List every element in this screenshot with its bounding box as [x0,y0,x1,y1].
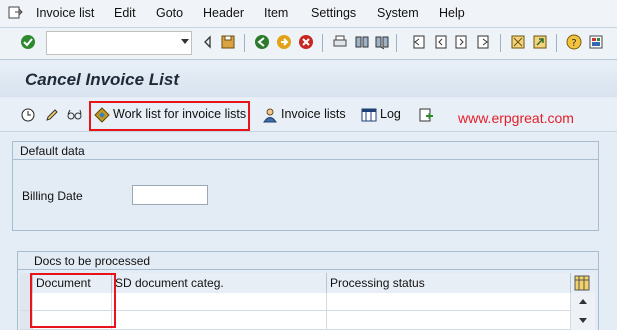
edit-pencil-icon[interactable] [44,107,60,123]
separator [244,34,245,52]
menu-bar: Invoice list Edit Goto Header Item Setti… [0,0,617,28]
vertical-scrollbar[interactable] [571,293,595,330]
table-cell-status[interactable] [327,311,571,330]
command-field[interactable] [46,31,192,55]
page-title: Cancel Invoice List [25,70,179,89]
docs-header: Docs to be processed [18,252,598,270]
menu-system[interactable]: System [377,6,419,20]
menu-goto[interactable]: Goto [156,6,183,20]
title-bar: Cancel Invoice List [0,61,617,97]
scroll-up-icon[interactable] [578,297,588,305]
enter-icon[interactable] [20,34,36,50]
scroll-down-icon[interactable] [578,317,588,325]
worklist-highlight-box [89,101,250,131]
svg-text:?: ? [571,38,576,49]
customize-layout-icon[interactable] [588,34,604,50]
first-page-icon[interactable] [410,34,426,50]
table-cell-sd-categ[interactable] [112,311,327,330]
menu-help[interactable]: Help [439,6,465,20]
default-data-header: Default data [13,142,598,160]
billing-date-label: Billing Date [22,189,83,203]
docs-title: Docs to be processed [34,254,151,268]
table-settings-icon[interactable] [574,275,590,291]
system-menu-icon[interactable] [8,6,24,20]
command-history-icon[interactable] [200,34,216,50]
execute-clock-icon[interactable] [20,107,36,123]
table-cell-sd-categ[interactable] [112,293,327,311]
default-data-title: Default data [20,144,85,158]
prev-page-icon[interactable] [432,34,448,50]
menu-item[interactable]: Item [264,6,288,20]
last-page-icon[interactable] [476,34,492,50]
separator [556,34,557,52]
table-cell-status[interactable] [327,293,571,311]
log-table-icon [361,108,377,122]
separator [500,34,501,52]
find-next-icon[interactable] [374,34,390,50]
column-header-sd-document-categ[interactable]: SD document categ. [112,273,327,293]
print-icon[interactable] [332,34,348,50]
help-icon[interactable]: ? [566,34,582,50]
invoice-lists-button[interactable]: Invoice lists [262,106,347,124]
separator [396,34,397,52]
log-button[interactable]: Log [361,106,403,124]
column-header-processing-status[interactable]: Processing status [327,273,571,293]
find-icon[interactable] [354,34,370,50]
default-data-group: Default data Billing Date [12,141,599,231]
save-icon[interactable] [220,34,236,50]
menu-settings[interactable]: Settings [311,6,356,20]
next-page-icon[interactable] [454,34,470,50]
exit-icon[interactable] [276,34,292,50]
shortcut-icon[interactable] [532,34,548,50]
chevron-down-icon[interactable] [181,39,189,44]
menu-edit[interactable]: Edit [114,6,136,20]
billing-date-input[interactable] [132,185,208,205]
log-button-label: Log [380,107,401,121]
user-icon [263,108,277,123]
back-icon[interactable] [254,34,270,50]
cancel-icon[interactable] [298,34,314,50]
separator [322,34,323,52]
display-glasses-icon[interactable] [66,107,84,123]
menu-invoice-list[interactable]: Invoice list [36,6,94,20]
menu-header[interactable]: Header [203,6,244,20]
invoice-lists-button-label: Invoice lists [281,107,346,121]
watermark-text: www.erpgreat.com [458,110,574,126]
standard-toolbar: ? [0,28,617,60]
create-session-icon[interactable] [510,34,526,50]
document-column-highlight-box [30,273,116,328]
add-document-icon[interactable] [418,107,434,123]
